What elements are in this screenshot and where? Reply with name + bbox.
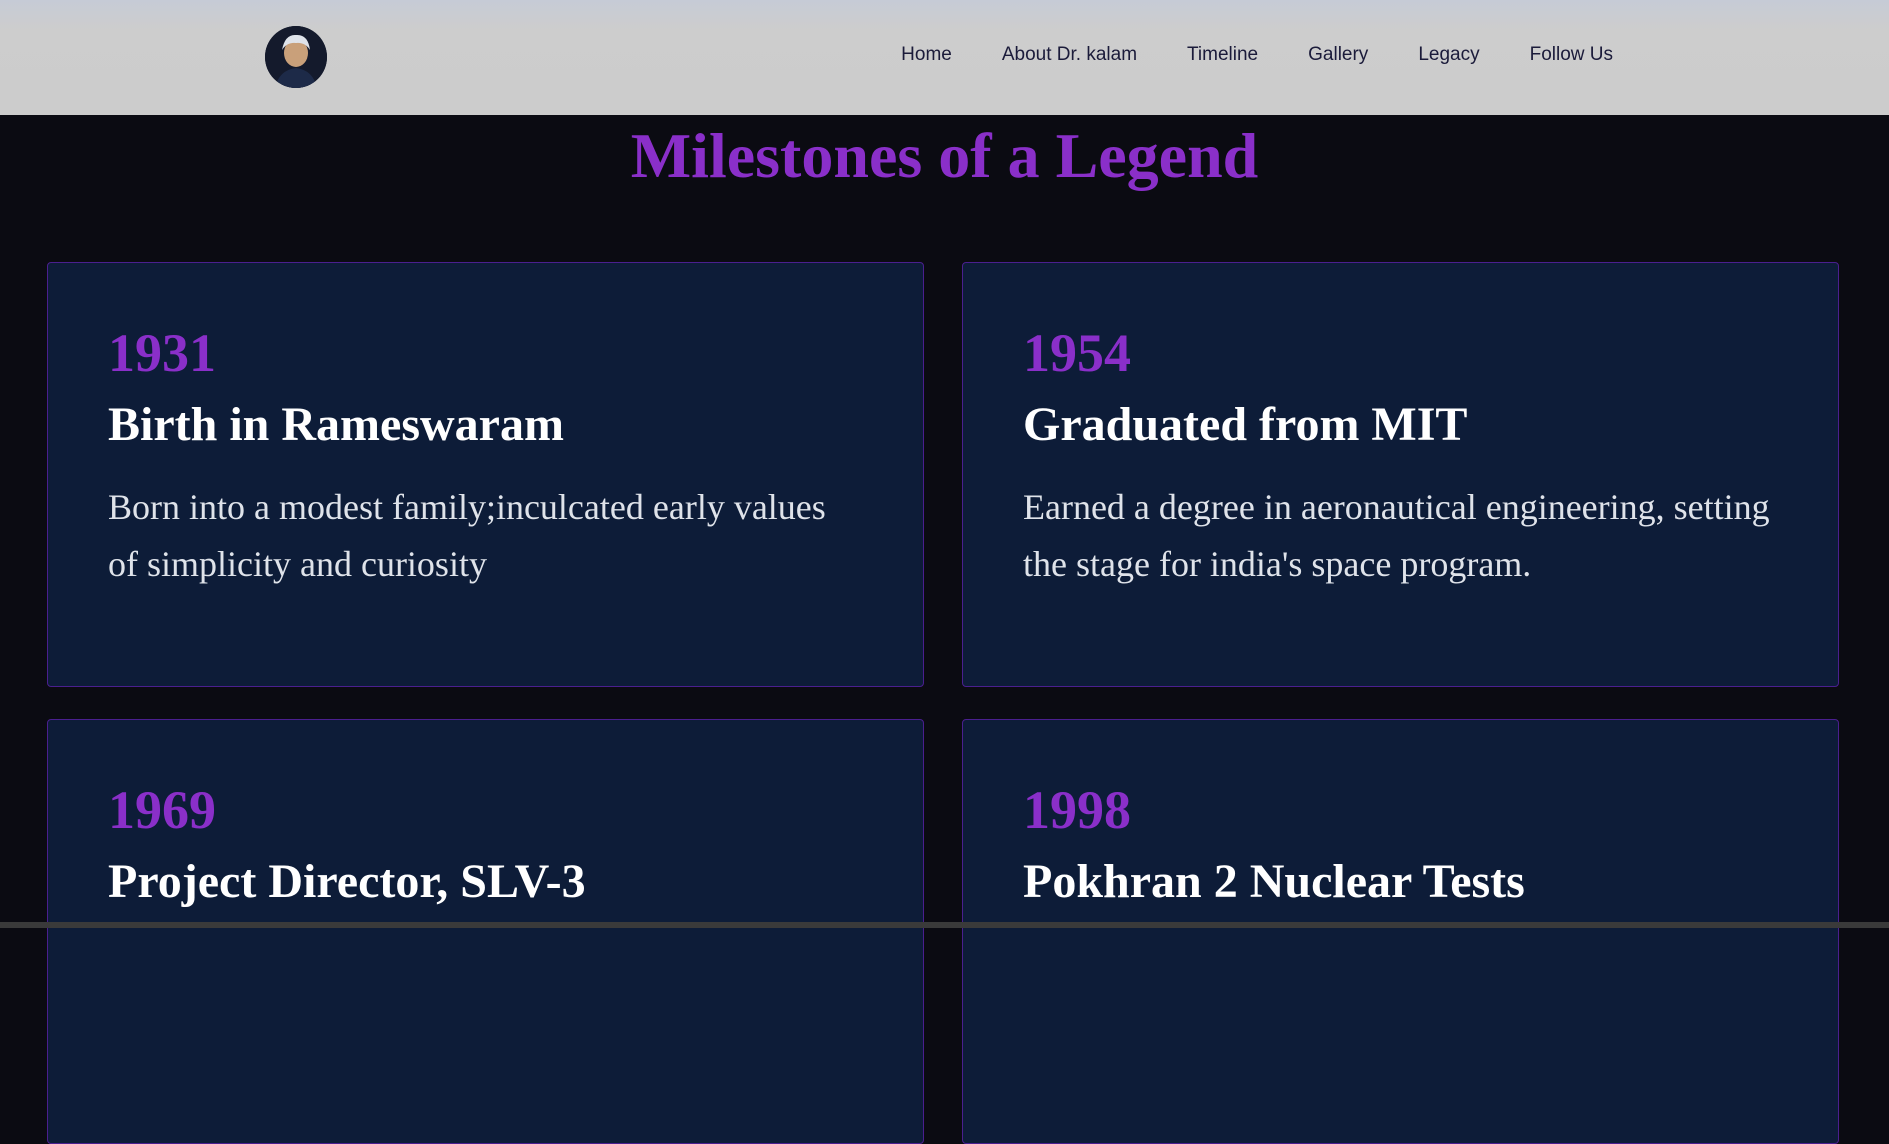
page-title: Milestones of a Legend	[630, 120, 1259, 191]
milestone-heading: Pokhran 2 Nuclear Tests	[1023, 855, 1525, 908]
milestone-heading: Graduated from MIT	[1023, 398, 1468, 451]
navbar: Home About Dr. kalam Timeline Gallery Le…	[0, 0, 1889, 115]
nav-timeline-link[interactable]: Timeline	[1187, 44, 1258, 66]
nav-gallery-link[interactable]: Gallery	[1308, 44, 1368, 66]
nav-about-link[interactable]: About Dr. kalam	[1002, 44, 1137, 66]
nav-links: Home About Dr. kalam Timeline Gallery Le…	[901, 44, 1613, 66]
milestone-description: Earned a degree in aeronautical engineer…	[1023, 487, 1770, 584]
milestone-description: Born into a modest family;inculcated ear…	[108, 487, 826, 584]
nav-follow-us-link[interactable]: Follow Us	[1530, 44, 1613, 66]
milestone-card-1931: 1931 Birth in Rameswaram Born into a mod…	[47, 262, 924, 687]
milestone-card-1969: 1969 Project Director, SLV-3	[47, 719, 924, 1144]
milestone-year: 1998	[1023, 780, 1131, 840]
portrait-image	[265, 26, 327, 88]
milestone-year: 1931	[108, 323, 216, 383]
milestone-heading: Project Director, SLV-3	[108, 855, 586, 908]
milestone-year: 1954	[1023, 323, 1131, 383]
milestone-card-1998: 1998 Pokhran 2 Nuclear Tests	[962, 719, 1839, 1144]
milestone-card-1954: 1954 Graduated from MIT Earned a degree …	[962, 262, 1839, 687]
avatar[interactable]	[265, 26, 327, 88]
milestone-heading: Birth in Rameswaram	[108, 398, 564, 451]
window-bottom-edge	[0, 922, 1889, 928]
nav-home-link[interactable]: Home	[901, 44, 952, 66]
nav-legacy-link[interactable]: Legacy	[1418, 44, 1479, 66]
milestone-year: 1969	[108, 780, 216, 840]
